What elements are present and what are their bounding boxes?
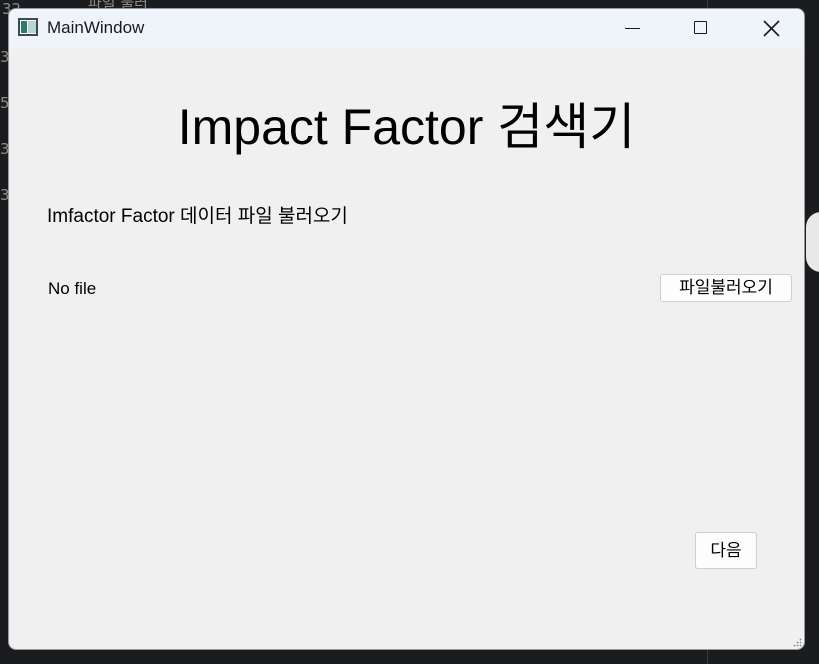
window-title: MainWindow xyxy=(47,18,145,37)
minimize-icon xyxy=(625,28,640,29)
file-status-label: No file xyxy=(48,279,97,298)
desktop-background: 32 파일 불러 3 5 3 3 MainWindow xyxy=(0,0,819,664)
next-button[interactable]: 다음 xyxy=(695,532,757,569)
maximize-icon xyxy=(694,21,707,34)
close-icon xyxy=(763,20,780,37)
minimize-button[interactable] xyxy=(609,9,655,49)
background-scroll-thumb xyxy=(806,212,819,272)
close-button[interactable] xyxy=(748,9,794,49)
title-bar[interactable]: MainWindow xyxy=(9,9,804,49)
page-title: Impact Factor 검색기 xyxy=(177,99,636,155)
load-file-button[interactable]: 파일불러오기 xyxy=(660,274,792,302)
resize-grip-icon[interactable] xyxy=(792,637,802,647)
section-label: Imfactor Factor 데이터 파일 불러오기 xyxy=(47,206,348,227)
app-window-icon xyxy=(18,18,38,36)
main-window: MainWindow Impact Factor 검색기 Imfactor Fa… xyxy=(8,8,805,650)
maximize-button[interactable] xyxy=(678,9,724,49)
